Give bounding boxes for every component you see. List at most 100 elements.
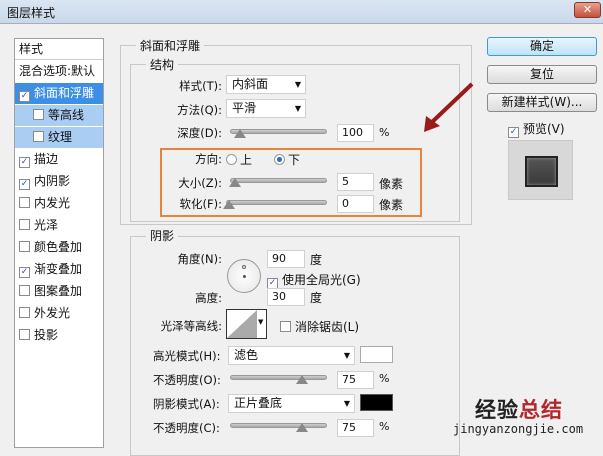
close-button[interactable]: ✕ — [574, 2, 601, 18]
preview-checkbox[interactable]: ✓ 预览(V) — [508, 120, 565, 138]
sidebar-item[interactable]: 光泽 — [15, 215, 103, 236]
checkbox[interactable] — [19, 197, 30, 208]
global-light-label: 使用全局光(G) — [282, 273, 361, 287]
ok-button[interactable]: 确定 — [487, 37, 597, 56]
direction-label: 方向: — [195, 152, 222, 166]
global-light-checkbox[interactable]: ✓ 使用全局光(G) — [267, 271, 361, 289]
checkbox[interactable] — [19, 241, 30, 252]
size-slider[interactable] — [230, 178, 327, 183]
checkbox[interactable] — [19, 219, 30, 230]
direction-down-label: 下 — [288, 153, 301, 167]
soften-unit: 像素 — [379, 198, 404, 212]
highlight-opacity-label: 不透明度(O): — [153, 373, 221, 387]
sidebar-item[interactable]: 外发光 — [15, 303, 103, 324]
styles-header: 样式 — [15, 39, 103, 60]
anti-alias-checkbox[interactable]: 消除锯齿(L) — [280, 318, 359, 335]
contour-preview-icon — [227, 310, 257, 338]
soften-slider-thumb[interactable] — [223, 200, 235, 209]
soften-slider[interactable] — [226, 200, 327, 205]
title-bar — [0, 0, 603, 24]
shadow-opacity-label: 不透明度(C): — [153, 421, 220, 435]
structure-title: 结构 — [146, 56, 179, 73]
shadow-opacity-thumb[interactable] — [296, 423, 308, 432]
gloss-contour-label: 光泽等高线: — [160, 319, 222, 333]
sidebar-item[interactable]: 内发光 — [15, 193, 103, 214]
highlight-mode-value: 滤色 — [234, 348, 259, 362]
highlight-opacity-slider[interactable] — [230, 375, 327, 380]
sidebar-item-label: 内发光 — [34, 196, 71, 210]
new-style-button[interactable]: 新建样式(W)... — [487, 93, 597, 112]
depth-input[interactable]: 100 — [337, 124, 374, 142]
soften-label: 软化(F): — [179, 197, 222, 211]
technique-dropdown[interactable]: 平滑 ▼ — [226, 99, 306, 118]
checkbox[interactable]: ✓ — [19, 91, 30, 102]
altitude-input[interactable]: 30 — [267, 288, 305, 306]
shadow-opacity-slider[interactable] — [230, 423, 327, 428]
depth-slider-thumb[interactable] — [234, 129, 246, 138]
technique-label: 方法(Q): — [177, 103, 222, 117]
depth-label: 深度(D): — [177, 126, 222, 140]
direction-down-radio[interactable]: 下 — [274, 151, 300, 168]
chevron-down-icon: ▼ — [294, 80, 301, 89]
preview-swatch — [508, 140, 573, 200]
highlight-mode-label: 高光模式(H): — [153, 349, 221, 363]
checkbox[interactable] — [19, 285, 30, 296]
checkbox[interactable] — [33, 109, 44, 120]
reset-button[interactable]: 复位 — [487, 65, 597, 84]
shadow-opacity-input[interactable]: 75 — [337, 419, 374, 437]
checkbox[interactable] — [33, 131, 44, 142]
sidebar-item[interactable]: 混合选项:默认 — [15, 61, 103, 82]
checkbox[interactable]: ✓ — [19, 267, 30, 278]
style-label: 样式(T): — [179, 79, 222, 93]
shadow-mode-label: 阴影模式(A): — [153, 397, 220, 411]
angle-input[interactable]: 90 — [267, 250, 305, 268]
sidebar-item[interactable]: ✓ 渐变叠加 — [15, 259, 103, 280]
gloss-contour-picker[interactable]: ▼ — [226, 309, 267, 339]
direction-up-label: 上 — [240, 153, 253, 167]
sidebar-item[interactable]: 等高线 — [15, 105, 103, 126]
chevron-down-icon: ▼ — [343, 399, 350, 408]
angle-unit: 度 — [310, 253, 323, 267]
highlight-opacity-thumb[interactable] — [296, 375, 308, 384]
styles-list: 样式 混合选项:默认 ✓ 斜面和浮雕等高线纹理 ✓ 描边 ✓ 内阴影内发光光泽 颜色叠加 ✓ 渐变… — [14, 38, 104, 448]
sidebar-item-label: 斜面和浮雕 — [34, 86, 95, 100]
highlight-color-swatch[interactable] — [360, 346, 393, 363]
altitude-label: 高度: — [195, 291, 222, 305]
checkbox[interactable] — [19, 329, 30, 340]
sidebar-item[interactable]: 图案叠加 — [15, 281, 103, 302]
soften-input[interactable]: 0 — [337, 195, 374, 213]
annotation-arrow — [424, 82, 474, 132]
checkbox[interactable] — [19, 307, 30, 318]
sidebar-item[interactable]: 纹理 — [15, 127, 103, 148]
bevel-title: 斜面和浮雕 — [136, 37, 205, 54]
watermark-logo: 经验总结 — [475, 398, 563, 422]
highlight-opacity-input[interactable]: 75 — [337, 371, 374, 389]
preview-square — [525, 156, 558, 187]
sidebar-item-label: 纹理 — [48, 130, 73, 144]
anti-alias-label: 消除锯齿(L) — [295, 320, 360, 334]
sidebar-item[interactable]: 颜色叠加 — [15, 237, 103, 258]
shadow-color-swatch[interactable] — [360, 394, 393, 411]
checkbox[interactable]: ✓ — [19, 179, 30, 190]
size-input[interactable]: 5 — [337, 173, 374, 191]
size-slider-thumb[interactable] — [229, 178, 241, 187]
sidebar-item-label: 外发光 — [34, 306, 71, 320]
style-value: 内斜面 — [232, 77, 269, 91]
sidebar-item[interactable]: 投影 — [15, 325, 103, 346]
sidebar-item[interactable]: ✓ 内阴影 — [15, 171, 103, 192]
sidebar-item[interactable]: ✓ 斜面和浮雕 — [15, 83, 103, 104]
shadow-mode-value: 正片叠底 — [234, 396, 283, 410]
sidebar-item-label: 等高线 — [48, 108, 85, 122]
angle-dial[interactable] — [227, 259, 261, 293]
highlight-mode-dropdown[interactable]: 滤色 ▼ — [228, 346, 355, 365]
depth-unit: % — [379, 126, 390, 139]
direction-up-radio[interactable]: 上 — [226, 151, 252, 168]
style-dropdown[interactable]: 内斜面 ▼ — [226, 75, 306, 94]
sidebar-item[interactable]: ✓ 描边 — [15, 149, 103, 170]
angle-label: 角度(N): — [177, 252, 222, 266]
size-unit: 像素 — [379, 177, 404, 191]
altitude-unit: 度 — [310, 291, 323, 305]
checkbox[interactable]: ✓ — [19, 157, 30, 168]
preview-label: 预览(V) — [523, 122, 565, 136]
shadow-mode-dropdown[interactable]: 正片叠底 ▼ — [228, 394, 355, 413]
